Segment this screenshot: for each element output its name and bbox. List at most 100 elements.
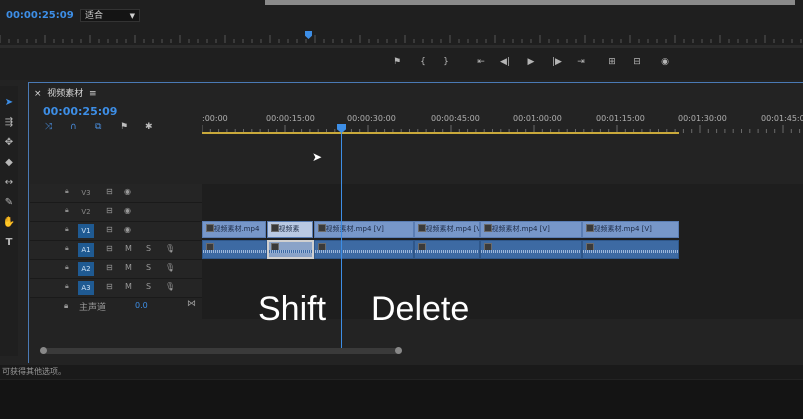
- video-clip[interactable]: 视频素材.mp4 [V]: [414, 221, 480, 238]
- track-target-v3[interactable]: V3: [78, 186, 94, 200]
- audio-clip[interactable]: [202, 240, 267, 259]
- type-tool-icon[interactable]: T: [2, 236, 16, 250]
- snap-icon[interactable]: ∩: [70, 122, 77, 132]
- solo-button[interactable]: S: [146, 244, 151, 253]
- go-to-end-icon[interactable]: ⋈: [187, 299, 196, 309]
- sync-lock-icon[interactable]: ⊟: [106, 225, 113, 234]
- master-volume-value[interactable]: 0.0: [135, 301, 148, 310]
- insert-icon[interactable]: ⊞: [606, 57, 618, 67]
- video-clip[interactable]: 视频素: [267, 221, 313, 238]
- track-header-a2[interactable]: [30, 260, 202, 279]
- in-point-icon[interactable]: {: [417, 57, 429, 67]
- sync-lock-icon[interactable]: ⊟: [106, 206, 113, 215]
- out-point-icon[interactable]: }: [440, 57, 452, 67]
- add-marker-icon[interactable]: ⚑: [120, 122, 128, 132]
- track-target-a2[interactable]: A2: [78, 262, 94, 276]
- track-target-v1[interactable]: V1: [78, 224, 94, 238]
- fx-icon: [484, 224, 492, 232]
- video-preview: [265, 0, 795, 5]
- solo-button[interactable]: S: [146, 282, 151, 291]
- audio-clip[interactable]: [414, 240, 480, 259]
- track-header-v2[interactable]: [30, 203, 202, 222]
- step-back-icon[interactable]: ◀|: [499, 57, 511, 67]
- video-clip[interactable]: 视频素材.mp4 [V]: [480, 221, 582, 238]
- pen-tool-icon[interactable]: ✎: [2, 196, 16, 210]
- video-clip[interactable]: 视频素材.mp4: [202, 221, 266, 238]
- microphone-icon[interactable]: 🎙︎: [165, 263, 175, 272]
- lock-icon[interactable]: 🔒︎: [65, 282, 69, 291]
- slip-tool-icon[interactable]: ↔: [2, 176, 16, 190]
- fit-select[interactable]: 适合 ▼: [80, 9, 140, 22]
- timeline-timecode[interactable]: 00:00:25:09: [43, 105, 117, 118]
- microphone-icon[interactable]: 🎙︎: [165, 282, 175, 291]
- lock-icon[interactable]: 🔒︎: [65, 263, 69, 272]
- track-target-v2[interactable]: V2: [78, 205, 94, 219]
- sync-lock-icon[interactable]: ⊟: [106, 282, 113, 291]
- ripple-edit-tool-icon[interactable]: ✥: [2, 136, 16, 150]
- program-zoom-scroll[interactable]: [0, 45, 803, 48]
- ruler-label: 00:00:30:00: [347, 114, 396, 123]
- eye-icon[interactable]: ◉: [124, 206, 131, 215]
- overwrite-icon[interactable]: ⊟: [631, 57, 643, 67]
- hand-tool-icon[interactable]: ✋: [2, 216, 16, 230]
- nest-icon[interactable]: ⤨: [45, 122, 52, 132]
- ruler-label: 00:01:30:00: [678, 114, 727, 123]
- export-frame-icon[interactable]: ◉: [659, 57, 671, 67]
- program-ruler[interactable]: [0, 33, 803, 45]
- playhead-line[interactable]: [341, 133, 342, 348]
- master-track-label: 主声道: [79, 303, 107, 313]
- mute-button[interactable]: M: [125, 263, 132, 272]
- sync-lock-icon[interactable]: ⊟: [106, 244, 113, 253]
- mute-button[interactable]: M: [125, 282, 132, 291]
- eye-icon[interactable]: ◉: [124, 225, 131, 234]
- audio-waveform: [203, 250, 266, 253]
- selection-tool-icon[interactable]: ➤: [2, 96, 16, 110]
- go-to-out-icon[interactable]: ⇥: [575, 57, 587, 67]
- scroll-handle-right[interactable]: [395, 347, 402, 354]
- ruler-label: 00:01:45:00: [761, 114, 803, 123]
- track-select-tool-icon[interactable]: ⇶: [2, 116, 16, 130]
- fx-icon: [271, 224, 279, 232]
- work-area-bar[interactable]: [202, 132, 679, 134]
- mute-button[interactable]: M: [125, 244, 132, 253]
- lock-icon[interactable]: 🔒︎: [65, 244, 69, 253]
- audio-clip[interactable]: [480, 240, 582, 259]
- bottom-area: [0, 380, 803, 419]
- lock-icon[interactable]: 🔒︎: [65, 206, 69, 215]
- audio-clip[interactable]: [314, 240, 414, 259]
- track-header-a1[interactable]: [30, 241, 202, 260]
- solo-button[interactable]: S: [146, 263, 151, 272]
- timeline-scrollbar[interactable]: [40, 347, 402, 354]
- audio-clip[interactable]: [582, 240, 679, 259]
- fx-icon: [586, 224, 594, 232]
- video-clip[interactable]: 视频素材.mp4 [V]: [314, 221, 414, 238]
- sync-lock-icon[interactable]: ⊟: [106, 263, 113, 272]
- razor-tool-icon[interactable]: ◆: [2, 156, 16, 170]
- tools-panel: ➤ ⇶ ✥ ◆ ↔ ✎ ✋ T: [0, 86, 18, 356]
- close-icon[interactable]: ×: [34, 89, 42, 99]
- scroll-handle-left[interactable]: [40, 347, 47, 354]
- eye-icon[interactable]: ◉: [124, 187, 131, 196]
- ruler-label: 00:00:15:00: [266, 114, 315, 123]
- sync-lock-icon[interactable]: ⊟: [106, 187, 113, 196]
- wrench-icon[interactable]: ✱: [145, 122, 153, 132]
- track-header-v1[interactable]: [30, 222, 202, 241]
- play-icon[interactable]: ▶: [525, 57, 537, 67]
- track-target-a1[interactable]: A1: [78, 243, 94, 257]
- program-timecode[interactable]: 00:00:25:09: [6, 10, 74, 21]
- video-clip[interactable]: 视频素材.mp4 [V]: [582, 221, 679, 238]
- lock-icon[interactable]: 🔒︎: [65, 187, 69, 196]
- track-header-v3[interactable]: [30, 184, 202, 203]
- step-forward-icon[interactable]: |▶: [551, 57, 563, 67]
- marker-icon[interactable]: ⚑: [391, 57, 403, 67]
- track-target-a3[interactable]: A3: [78, 281, 94, 295]
- timeline-tab[interactable]: × 视频素材 ≡: [34, 86, 97, 99]
- go-to-in-icon[interactable]: ⇤: [475, 57, 487, 67]
- key-overlay-delete: Delete: [371, 290, 470, 328]
- track-header-a3[interactable]: [30, 279, 202, 298]
- linked-selection-icon[interactable]: ⧉: [95, 122, 101, 132]
- lock-icon[interactable]: 🔒︎: [65, 225, 69, 234]
- lock-icon[interactable]: 🔒︎: [64, 301, 68, 311]
- microphone-icon[interactable]: 🎙︎: [165, 244, 175, 253]
- panel-menu-icon[interactable]: ≡: [89, 89, 97, 99]
